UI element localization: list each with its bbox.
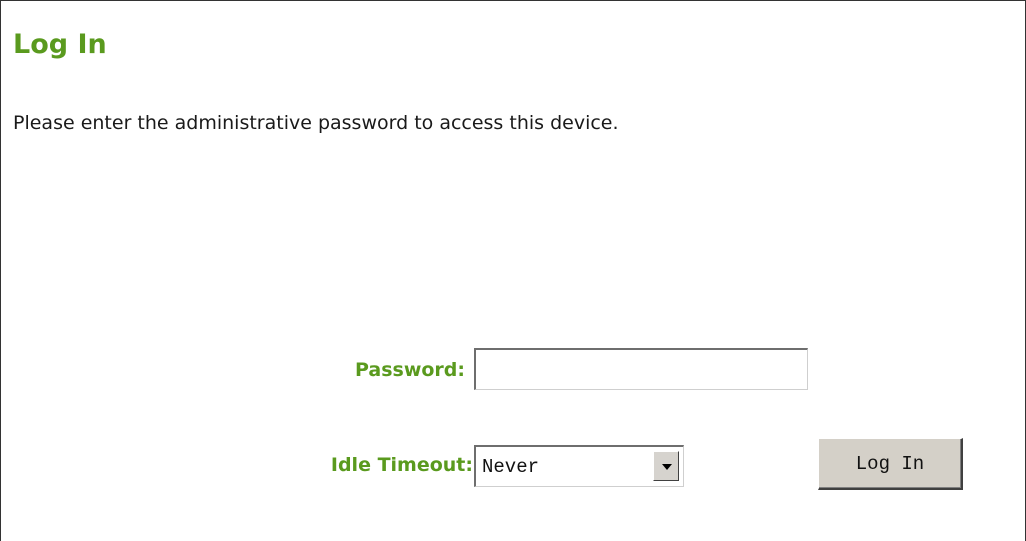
- password-label: Password:: [354, 359, 465, 381]
- idle-timeout-select[interactable]: Never: [474, 445, 684, 487]
- instructions-text: Please enter the administrative password…: [13, 112, 619, 134]
- login-button[interactable]: Log In: [818, 438, 963, 490]
- idle-timeout-label: Idle Timeout:: [330, 454, 473, 476]
- page-title: Log In: [13, 29, 107, 60]
- password-input[interactable]: [474, 348, 808, 390]
- chevron-down-icon[interactable]: [653, 451, 679, 481]
- login-panel: Log In Please enter the administrative p…: [0, 0, 1026, 541]
- idle-timeout-value: Never: [482, 456, 540, 478]
